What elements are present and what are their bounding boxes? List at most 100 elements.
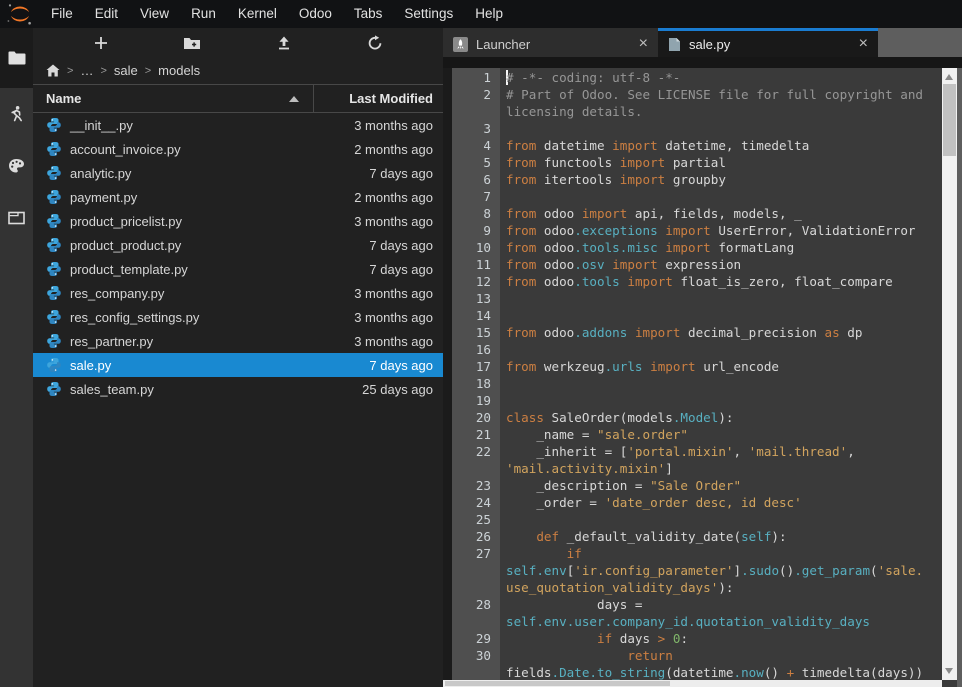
menu-item-run[interactable]: Run [180, 0, 227, 28]
code-line[interactable]: 22 _inherit = ['portal.mixin', 'mail.thr… [443, 443, 942, 460]
vertical-scrollbar-thumb[interactable] [943, 84, 956, 156]
code-editor[interactable]: 1# -*- coding: utf-8 -*-2# Part of Odoo.… [443, 68, 962, 687]
jupyter-logo-icon [0, 2, 40, 26]
file-row[interactable]: res_partner.py3 months ago [33, 329, 443, 353]
code-line[interactable]: 11from odoo.osv import expression [443, 256, 942, 273]
sort-asc-icon [289, 96, 299, 102]
line-number: 6 [443, 171, 500, 188]
code-text: _inherit = ['portal.mixin', 'mail.thread… [500, 443, 855, 460]
code-line[interactable]: 27 if [443, 545, 942, 562]
sidebar-tab-folder[interactable] [0, 28, 33, 88]
close-tab-icon[interactable]: × [859, 36, 868, 52]
horizontal-scrollbar[interactable] [443, 680, 942, 687]
sidebar-tab-running-man[interactable] [0, 88, 33, 140]
upload-button[interactable] [271, 30, 297, 56]
file-row[interactable]: product_pricelist.py3 months ago [33, 209, 443, 233]
file-row[interactable]: __init__.py3 months ago [33, 113, 443, 137]
line-number: 18 [443, 375, 500, 392]
code-line[interactable]: 20class SaleOrder(models.Model): [443, 409, 942, 426]
code-token: UserError, ValidationError [711, 223, 916, 238]
code-line[interactable]: fields.Date.to_string(datetime.now() + t… [443, 664, 942, 681]
code-token: import [620, 155, 666, 170]
tab-sale-py[interactable]: sale.py× [658, 28, 878, 57]
breadcrumb-item[interactable]: models [158, 63, 200, 78]
palette-icon [8, 158, 25, 174]
code-line[interactable]: 26 def _default_validity_date(self): [443, 528, 942, 545]
file-row[interactable]: sale.py7 days ago [33, 353, 443, 377]
code-line[interactable]: 19 [443, 392, 942, 409]
code-line[interactable]: 15from odoo.addons import decimal_precis… [443, 324, 942, 341]
code-line[interactable]: 13 [443, 290, 942, 307]
close-tab-icon[interactable]: × [639, 36, 648, 52]
file-row[interactable]: payment.py2 months ago [33, 185, 443, 209]
code-line[interactable]: 16 [443, 341, 942, 358]
code-text: return [500, 647, 673, 664]
file-row[interactable]: res_company.py3 months ago [33, 281, 443, 305]
code-line[interactable]: 18 [443, 375, 942, 392]
file-row[interactable]: analytic.py7 days ago [33, 161, 443, 185]
code-token: .tools.misc [574, 240, 657, 255]
file-row[interactable]: res_config_settings.py3 months ago [33, 305, 443, 329]
sidebar-tab-tabs[interactable] [0, 192, 33, 244]
line-number: 22 [443, 443, 500, 460]
code-line[interactable]: 12from odoo.tools import float_is_zero, … [443, 273, 942, 290]
code-line[interactable]: 21 _name = "sale.order" [443, 426, 942, 443]
tab-launcher[interactable]: Launcher× [443, 28, 658, 57]
code-line[interactable]: licensing details. [443, 103, 942, 120]
horizontal-scrollbar-thumb[interactable] [445, 681, 670, 686]
breadcrumb-item[interactable]: … [80, 63, 93, 78]
code-line[interactable]: 4from datetime import datetime, timedelt… [443, 137, 942, 154]
sidebar-tab-palette[interactable] [0, 140, 33, 192]
code-line[interactable]: 28 days = [443, 596, 942, 613]
code-line[interactable]: 5from functools import partial [443, 154, 942, 171]
line-number: 7 [443, 188, 500, 205]
code-line[interactable]: 2# Part of Odoo. See LICENSE file for fu… [443, 86, 942, 103]
code-line[interactable]: 7 [443, 188, 942, 205]
menu-item-kernel[interactable]: Kernel [227, 0, 288, 28]
python-icon [46, 285, 62, 301]
new-folder-button[interactable] [179, 30, 205, 56]
code-line[interactable]: 'mail.activity.mixin'] [443, 460, 942, 477]
code-line[interactable]: self.env.user.company_id.quotation_valid… [443, 613, 942, 630]
vertical-scrollbar[interactable] [942, 68, 957, 680]
code-token: # -*- coding: utf-8 -*- [506, 70, 680, 85]
breadcrumb-item[interactable]: sale [114, 63, 138, 78]
code-line[interactable]: 17from werkzeug.urls import url_encode [443, 358, 942, 375]
code-line[interactable]: 23 _description = "Sale Order" [443, 477, 942, 494]
menu-item-edit[interactable]: Edit [84, 0, 129, 28]
code-line[interactable]: 14 [443, 307, 942, 324]
code-line[interactable]: self.env['ir.config_parameter'].sudo().g… [443, 562, 942, 579]
menu-item-file[interactable]: File [40, 0, 84, 28]
code-line[interactable]: 1# -*- coding: utf-8 -*- [443, 69, 942, 86]
code-line[interactable]: 10from odoo.tools.misc import formatLang [443, 239, 942, 256]
code-line[interactable]: 8from odoo import api, fields, models, _ [443, 205, 942, 222]
menu-item-odoo[interactable]: Odoo [288, 0, 343, 28]
menu-item-settings[interactable]: Settings [393, 0, 464, 28]
code-line[interactable]: 6from itertools import groupby [443, 171, 942, 188]
file-row[interactable]: sales_team.py25 days ago [33, 377, 443, 401]
code-line[interactable]: 24 _order = 'date_order desc, id desc' [443, 494, 942, 511]
code-line[interactable]: 29 if days > 0: [443, 630, 942, 647]
last-modified-column-header[interactable]: Last Modified [313, 85, 443, 112]
menu-item-help[interactable]: Help [464, 0, 514, 28]
file-row[interactable]: product_product.py7 days ago [33, 233, 443, 257]
code-content[interactable]: 1# -*- coding: utf-8 -*-2# Part of Odoo.… [443, 69, 942, 681]
code-token: .env [536, 614, 566, 629]
home-icon[interactable] [46, 64, 60, 77]
code-line[interactable]: 9from odoo.exceptions import UserError, … [443, 222, 942, 239]
code-line[interactable]: use_quotation_validity_days'): [443, 579, 942, 596]
file-row[interactable]: product_template.py7 days ago [33, 257, 443, 281]
refresh-button[interactable] [362, 30, 388, 56]
scroll-down-arrow-icon[interactable] [945, 668, 953, 674]
name-column-header[interactable]: Name [33, 85, 313, 112]
menu-item-tabs[interactable]: Tabs [343, 0, 394, 28]
new-launcher-button[interactable] [88, 30, 114, 56]
code-line[interactable]: 3 [443, 120, 942, 137]
code-line[interactable]: 30 return [443, 647, 942, 664]
file-list-header: Name Last Modified [33, 84, 443, 113]
scroll-up-arrow-icon[interactable] [945, 74, 953, 80]
code-line[interactable]: 25 [443, 511, 942, 528]
menu-item-view[interactable]: View [129, 0, 180, 28]
code-token: .now [734, 665, 764, 680]
file-row[interactable]: account_invoice.py2 months ago [33, 137, 443, 161]
